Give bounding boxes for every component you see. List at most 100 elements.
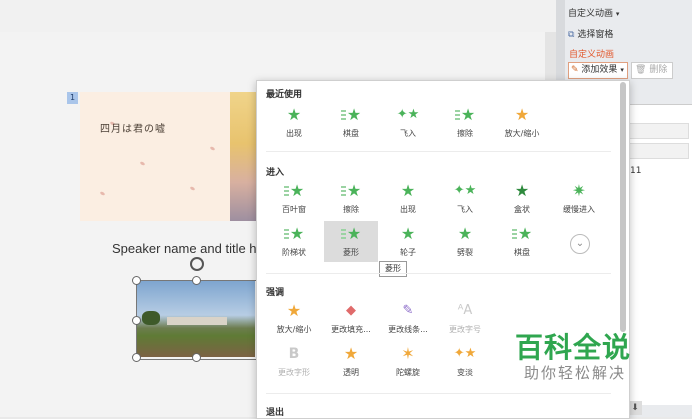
blinds-star-icon: ★	[267, 181, 321, 201]
custom-animation-menu[interactable]: 自定义动画 ▾	[568, 6, 619, 19]
effect-label: 菱形	[343, 248, 359, 257]
effect-recent-checkerboard[interactable]: ★ 棋盘	[324, 105, 378, 139]
effect-recent-wipe[interactable]: ★ 擦除	[438, 105, 492, 139]
effect-entrance-split[interactable]: ★ 劈裂	[438, 224, 492, 258]
effect-entrance-crawl-in[interactable]: ✷ 缓慢进入	[552, 181, 606, 215]
fill-bucket-icon: ◆	[346, 303, 356, 318]
section-title: 自定义动画	[569, 50, 615, 60]
title-image[interactable]	[80, 92, 258, 221]
section-divider	[266, 273, 611, 274]
checker-star-icon: ★	[495, 224, 549, 244]
effect-label: 阶梯状	[282, 248, 306, 257]
image-title-text: 四月は君の嘘	[100, 124, 166, 135]
effect-label: 劈裂	[457, 248, 473, 257]
stairs-star-icon: ★	[267, 224, 321, 244]
speaker-textbox[interactable]: Speaker name and title h	[112, 241, 257, 256]
box-star-icon: ★	[514, 181, 530, 200]
effect-label: 擦除	[343, 205, 359, 214]
list-field[interactable]	[627, 123, 689, 139]
fly-star-icon: ✦★	[396, 107, 420, 122]
effect-emphasis-change-fill[interactable]: ◆ 更改填充...	[324, 301, 378, 335]
delete-button[interactable]: 🗑 删除	[631, 62, 673, 79]
petal-decoration	[189, 185, 196, 192]
resize-handle[interactable]	[192, 353, 201, 362]
resize-handle[interactable]	[192, 276, 201, 285]
effect-label: 更改线条...	[388, 325, 428, 334]
effect-label: 出现	[400, 205, 416, 214]
scroll-down-icon[interactable]: ⬇	[628, 401, 642, 415]
effect-emphasis-change-font-size[interactable]: ᴬA 更改字号	[438, 301, 492, 335]
effect-label: 更改字号	[449, 325, 481, 334]
effect-emphasis-grow-shrink[interactable]: ★ 放大/缩小	[267, 301, 321, 335]
wipe-star-icon: ★	[438, 105, 492, 125]
resize-handle[interactable]	[132, 353, 141, 362]
slide-number: 1	[67, 92, 78, 104]
tooltip: 菱形	[379, 261, 407, 277]
select-pane-button[interactable]: ⧉ 选择窗格	[568, 27, 613, 40]
diamond-star-icon: ★	[324, 224, 378, 244]
section-entrance-title: 进入	[266, 168, 285, 178]
effect-label: 更改填充...	[331, 325, 371, 334]
effect-recent-fly-in[interactable]: ✦★ 飞入	[381, 105, 435, 139]
effect-entrance-wheel[interactable]: ★ 轮子	[381, 224, 435, 258]
chevron-down-icon: ▾	[620, 66, 624, 74]
petal-decoration	[209, 145, 216, 152]
petal-decoration	[139, 160, 146, 167]
add-effect-button[interactable]: ✎ 添加效果 ▾	[568, 62, 628, 79]
effect-label: 出现	[286, 129, 302, 138]
crawl-star-icon: ✷	[572, 181, 586, 200]
effect-label: 飞入	[400, 129, 416, 138]
effect-entrance-box[interactable]: ★ 盒状	[495, 181, 549, 215]
effect-label: 百叶窗	[282, 205, 306, 214]
select-pane-icon: ⧉	[568, 30, 575, 40]
rotate-handle-icon[interactable]	[190, 257, 204, 271]
popup-scrollbar[interactable]	[620, 82, 626, 332]
bold-b-icon: B	[288, 346, 300, 362]
effect-label: 飞入	[457, 205, 473, 214]
effect-label: 透明	[343, 368, 359, 377]
effect-label: 缓慢进入	[563, 205, 595, 214]
effect-label: 更改字形	[278, 368, 310, 377]
effect-emphasis-change-font-style[interactable]: B 更改字形	[267, 344, 321, 378]
section-exit-title: 退出	[266, 408, 285, 418]
effect-emphasis-fade[interactable]: ✦★ 变淡	[438, 344, 492, 378]
effect-entrance-stairs[interactable]: ★ 阶梯状	[267, 224, 321, 258]
section-emphasis-title: 强调	[266, 288, 285, 298]
effect-entrance-diamond[interactable]: ★ 菱形	[324, 221, 378, 262]
effect-entrance-appear[interactable]: ★ 出现	[381, 181, 435, 215]
custom-animation-menu-label: 自定义动画	[568, 9, 614, 19]
effect-emphasis-change-line[interactable]: ✎ 更改线条...	[381, 301, 435, 335]
star-icon: ★	[400, 181, 416, 200]
effect-label: 变淡	[457, 368, 473, 377]
effect-entrance-blinds[interactable]: ★ 百叶窗	[267, 181, 321, 215]
effect-emphasis-transparent[interactable]: ★ 透明	[324, 344, 378, 378]
effect-label: 陀螺旋	[396, 368, 420, 377]
effect-entrance-wipe[interactable]: ★ 擦除	[324, 181, 378, 215]
effect-recent-grow-shrink[interactable]: ★ 放大/缩小	[495, 105, 549, 139]
checker-star-icon: ★	[324, 105, 378, 125]
grow-star-icon: ★	[286, 301, 302, 320]
resize-handle[interactable]	[132, 276, 141, 285]
wheel-star-icon: ★	[400, 224, 416, 243]
effect-label: 擦除	[457, 129, 473, 138]
add-effect-label: 添加效果	[581, 65, 618, 75]
watermark-subtitle: 助你轻松解决	[524, 364, 627, 382]
effect-label: 盒状	[514, 205, 530, 214]
effect-emphasis-spin[interactable]: ✶ 陀螺旋	[381, 344, 435, 378]
resize-handle[interactable]	[132, 316, 141, 325]
effect-label: 放大/缩小	[504, 129, 540, 138]
section-divider	[266, 393, 611, 394]
chevron-down-icon[interactable]: ⌄	[570, 234, 590, 254]
transparent-star-icon: ★	[343, 344, 359, 363]
effect-label: 棋盘	[343, 129, 359, 138]
effect-recent-appear[interactable]: ★ 出现	[267, 105, 321, 139]
section-divider	[266, 151, 611, 152]
effect-entrance-fly-in[interactable]: ✦★ 飞入	[438, 181, 492, 215]
effect-entrance-checkerboard[interactable]: ★ 棋盘	[495, 224, 549, 258]
chevron-down-icon: ▾	[615, 10, 620, 18]
list-field[interactable]	[627, 143, 689, 159]
effect-label: 棋盘	[514, 248, 530, 257]
anime-girl-art	[230, 92, 258, 221]
delete-label: 删除	[649, 65, 668, 75]
watermark-title: 百科全说	[515, 331, 632, 364]
